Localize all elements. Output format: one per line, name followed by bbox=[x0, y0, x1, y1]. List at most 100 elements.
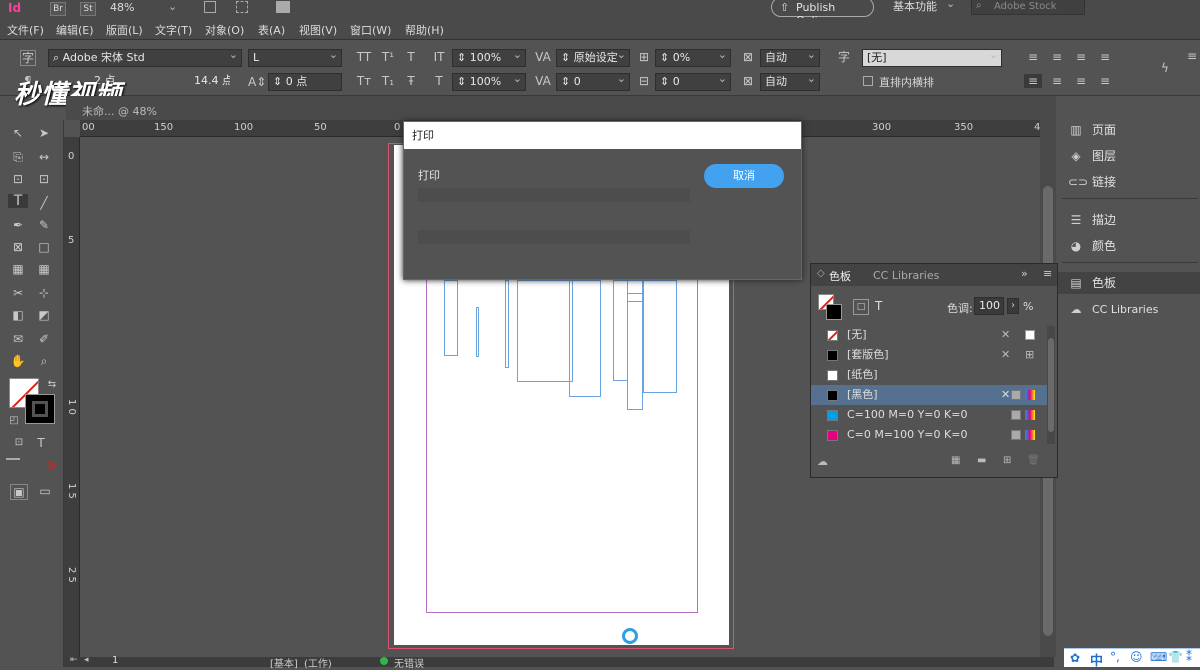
tint-arrow-icon[interactable]: › bbox=[1007, 298, 1019, 314]
menu-view[interactable]: 视图(V) bbox=[299, 22, 337, 38]
cc-libraries-tab[interactable]: CC Libraries bbox=[873, 269, 939, 282]
formatting-text-icon[interactable]: T bbox=[34, 436, 48, 450]
font-style-select[interactable]: L bbox=[248, 49, 342, 67]
baseline-shift-field[interactable]: ⇕ 0 点 bbox=[268, 73, 342, 91]
arrange-documents-icon[interactable] bbox=[276, 1, 290, 13]
screen-mode-icon[interactable]: ▭ bbox=[36, 484, 54, 498]
swatch-row-none[interactable]: [无] ✕ bbox=[815, 325, 1037, 345]
note-tool-icon[interactable]: ✉ bbox=[10, 332, 26, 346]
graphic-frame[interactable] bbox=[476, 307, 479, 357]
panel-menu-icon[interactable]: ≡ bbox=[1186, 49, 1198, 63]
page-number-field[interactable]: 1 bbox=[112, 655, 118, 666]
publish-online-button[interactable]: ⇧ Publish Online bbox=[771, 0, 874, 27]
pen-tool-icon[interactable]: ✒ bbox=[10, 218, 26, 232]
align-towards-spine-icon[interactable]: ≡ bbox=[1098, 50, 1112, 64]
swatch-row-black[interactable]: [黑色] ✕ bbox=[811, 385, 1047, 405]
type-tool-icon[interactable]: T bbox=[8, 194, 28, 208]
document-tab[interactable]: 未命... @ 48% bbox=[82, 103, 157, 119]
pencil-tool-icon[interactable]: ✎ bbox=[36, 218, 52, 232]
swatches-panel-button[interactable]: ▤ 色板 bbox=[1058, 272, 1200, 294]
color-panel-button[interactable]: ◕ 颜色 bbox=[1068, 235, 1198, 257]
workspace-chevron-icon[interactable]: ⌄ bbox=[946, 0, 955, 10]
selection-tool-icon[interactable]: ↖ bbox=[10, 126, 26, 140]
underline-icon[interactable]: T bbox=[404, 50, 418, 64]
graphic-frame[interactable] bbox=[444, 280, 458, 356]
panel-menu-icon[interactable]: ≡ bbox=[1043, 267, 1052, 280]
menu-edit[interactable]: 编辑(E) bbox=[56, 22, 94, 38]
tsume-field[interactable]: ⇕ 0% bbox=[655, 49, 731, 67]
graphic-frame[interactable] bbox=[643, 280, 677, 393]
container-format-icon[interactable]: □ bbox=[853, 299, 869, 315]
checkbox-icon[interactable] bbox=[863, 76, 873, 86]
justify-all-icon[interactable]: ≡ bbox=[1098, 74, 1112, 88]
delete-swatch-icon[interactable]: 🗑 bbox=[1027, 455, 1040, 466]
eyedropper-tool-icon[interactable]: ✐ bbox=[36, 332, 52, 346]
bridge-button[interactable]: Br bbox=[50, 2, 66, 16]
links-panel-button[interactable]: ⊂⊃ 链接 bbox=[1068, 171, 1198, 193]
screen-mode-icon[interactable] bbox=[236, 1, 248, 13]
font-family-select[interactable]: ⌕ Adobe 宋体 Std bbox=[48, 49, 242, 67]
adobe-stock-search[interactable]: ⌕ Adobe Stock bbox=[971, 0, 1085, 15]
aki-field[interactable]: ⇕ 0 bbox=[655, 73, 731, 91]
swatch-view-icon[interactable]: ▦ bbox=[951, 455, 960, 466]
swatch-row-cyan[interactable]: C=100 M=0 Y=0 K=0 bbox=[815, 405, 1037, 425]
justify-left-icon[interactable]: ≡ bbox=[1024, 74, 1042, 88]
apply-none-icon[interactable]: ⊘ bbox=[44, 458, 58, 472]
ime-chinese-toggle[interactable]: 中 bbox=[1090, 650, 1103, 669]
preflight-label[interactable]: 无错误 bbox=[394, 655, 424, 670]
content-collector-icon[interactable]: ⊡ bbox=[10, 172, 26, 186]
tracking-field[interactable]: ⇕ 0 bbox=[556, 73, 630, 91]
menu-help[interactable]: 帮助(H) bbox=[405, 22, 444, 38]
tint-field[interactable]: 100 bbox=[974, 297, 1004, 315]
stroke-panel-button[interactable]: ☰ 描边 bbox=[1068, 209, 1198, 231]
menu-layout[interactable]: 版面(L) bbox=[106, 22, 143, 38]
page-tool-icon[interactable]: ⎘ bbox=[10, 150, 26, 164]
grid-tool-icon[interactable]: ▦ bbox=[36, 262, 52, 276]
ime-paw-icon[interactable]: ✿ bbox=[1070, 651, 1080, 665]
quick-apply-icon[interactable]: ϟ bbox=[1158, 61, 1172, 75]
view-mode-normal-icon[interactable]: ▣ bbox=[10, 484, 28, 500]
swatches-tab[interactable]: 色板 bbox=[829, 268, 851, 284]
cc-libraries-panel-button[interactable]: ☁ CC Libraries bbox=[1068, 299, 1198, 321]
table-tool-icon[interactable]: ▦ bbox=[10, 262, 26, 276]
auto-select-1[interactable]: 自动 bbox=[760, 49, 820, 67]
auto-select-2[interactable]: 自动 bbox=[760, 73, 820, 91]
apply-color-icon[interactable] bbox=[6, 458, 20, 460]
ime-skin-button[interactable]: 👕 bbox=[1168, 650, 1183, 664]
content-placer-icon[interactable]: ⊡ bbox=[36, 172, 52, 186]
swap-fill-stroke-icon[interactable]: ⇆ bbox=[46, 378, 58, 392]
stroke-swatch[interactable] bbox=[826, 304, 842, 320]
menu-table[interactable]: 表(A) bbox=[258, 22, 285, 38]
stock-button[interactable]: St bbox=[80, 2, 96, 16]
gradient-swatch-tool-icon[interactable]: ◧ bbox=[10, 308, 26, 322]
justify-right-icon[interactable]: ≡ bbox=[1074, 74, 1088, 88]
align-right-icon[interactable]: ≡ bbox=[1074, 50, 1088, 64]
free-transform-tool-icon[interactable]: ⊹ bbox=[36, 286, 52, 300]
graphic-frame[interactable] bbox=[613, 280, 628, 381]
new-swatch-icon[interactable]: ⊞ bbox=[1003, 455, 1011, 466]
align-left-icon[interactable]: ≡ bbox=[1026, 50, 1040, 64]
horizontal-scale-field[interactable]: ⇕ 100% bbox=[452, 73, 526, 91]
all-caps-icon[interactable]: TT bbox=[354, 50, 374, 64]
new-color-group-icon[interactable]: ▬ bbox=[977, 455, 986, 466]
leading-field[interactable]: 14.4 点 bbox=[190, 73, 230, 91]
gap-tool-icon[interactable]: ↔ bbox=[36, 150, 52, 164]
zoom-level[interactable]: 48% bbox=[110, 1, 134, 14]
swatch-row-magenta[interactable]: C=0 M=100 Y=0 K=0 bbox=[815, 425, 1037, 445]
cc-cloud-icon[interactable]: ☁ bbox=[817, 455, 828, 468]
menu-window[interactable]: 窗口(W) bbox=[350, 22, 391, 38]
ime-emoji-button[interactable]: ☺ bbox=[1130, 650, 1143, 664]
graphic-frame[interactable] bbox=[627, 293, 643, 302]
formatting-container-icon[interactable]: ⊡ bbox=[12, 436, 26, 450]
expand-icon[interactable]: » bbox=[1021, 267, 1028, 280]
zoom-tool-icon[interactable]: ⌕ bbox=[36, 354, 52, 368]
cancel-button[interactable]: 取消 bbox=[704, 164, 784, 188]
layers-panel-button[interactable]: ◈ 图层 bbox=[1068, 145, 1198, 167]
ime-tools-button[interactable]: ⁑ bbox=[1186, 650, 1192, 664]
line-tool-icon[interactable]: ╱ bbox=[36, 196, 52, 210]
workspace-switcher[interactable]: 基本功能 bbox=[893, 0, 937, 14]
pages-panel-button[interactable]: ▥ 页面 bbox=[1068, 119, 1198, 141]
align-center-icon[interactable]: ≡ bbox=[1050, 50, 1064, 64]
text-format-toggle[interactable]: T bbox=[875, 299, 882, 313]
default-colors-icon[interactable]: ◰ bbox=[8, 414, 20, 428]
